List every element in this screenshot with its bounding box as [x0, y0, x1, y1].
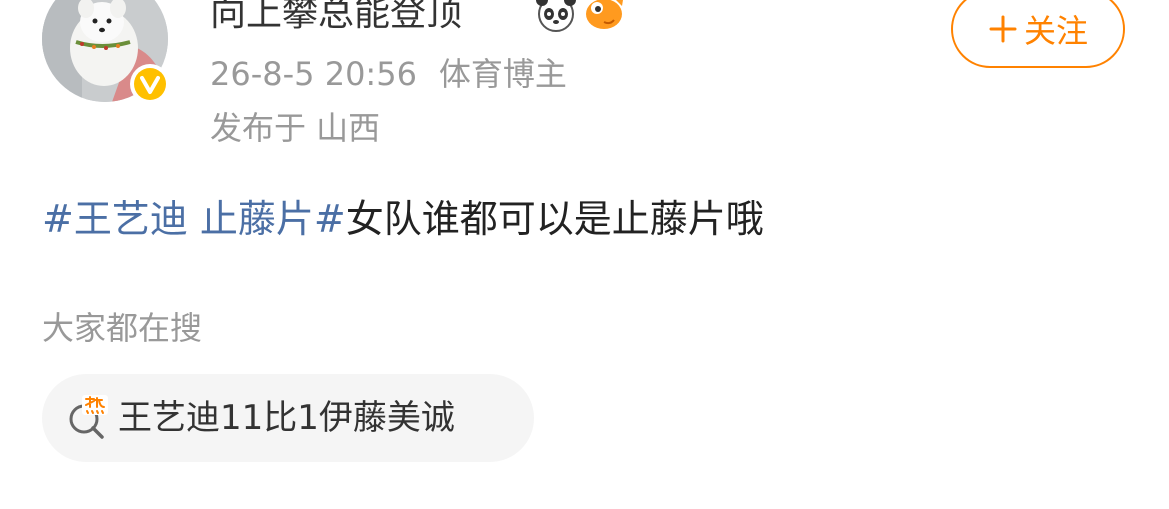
verified-icon [134, 68, 166, 100]
fish-emoji-icon [586, 0, 623, 29]
plus-icon [989, 15, 1017, 43]
post-body-text: 女队谁都可以是止藤片哦 [345, 197, 764, 241]
author-name[interactable]: 向上攀总能登顶 [210, 0, 462, 34]
author-tag: 体育博主 [438, 55, 567, 93]
post-location: 发布于 山西 [210, 109, 381, 147]
follow-button[interactable]: 关注 [951, 0, 1125, 68]
verified-badge [130, 64, 170, 104]
search-heading: 大家都在搜 [42, 309, 203, 347]
hot-search-label: 王艺迪11比1伊藤美诚 [118, 398, 455, 438]
follow-button-label: 关注 [1023, 12, 1088, 50]
topic-link[interactable]: #王艺迪 止藤片# [42, 197, 346, 241]
post-body: #王艺迪 止藤片#女队谁都可以是止藤片哦 [42, 196, 764, 242]
hot-search-chip[interactable]: 王艺迪11比1伊藤美诚 [42, 374, 534, 462]
post-meta: 26-8-5 20:56 体育博主 [210, 54, 567, 94]
post-timestamp: 26-8-5 20:56 [210, 55, 417, 93]
panda-emoji-icon [536, 0, 576, 32]
hot-search-icon [69, 395, 108, 439]
